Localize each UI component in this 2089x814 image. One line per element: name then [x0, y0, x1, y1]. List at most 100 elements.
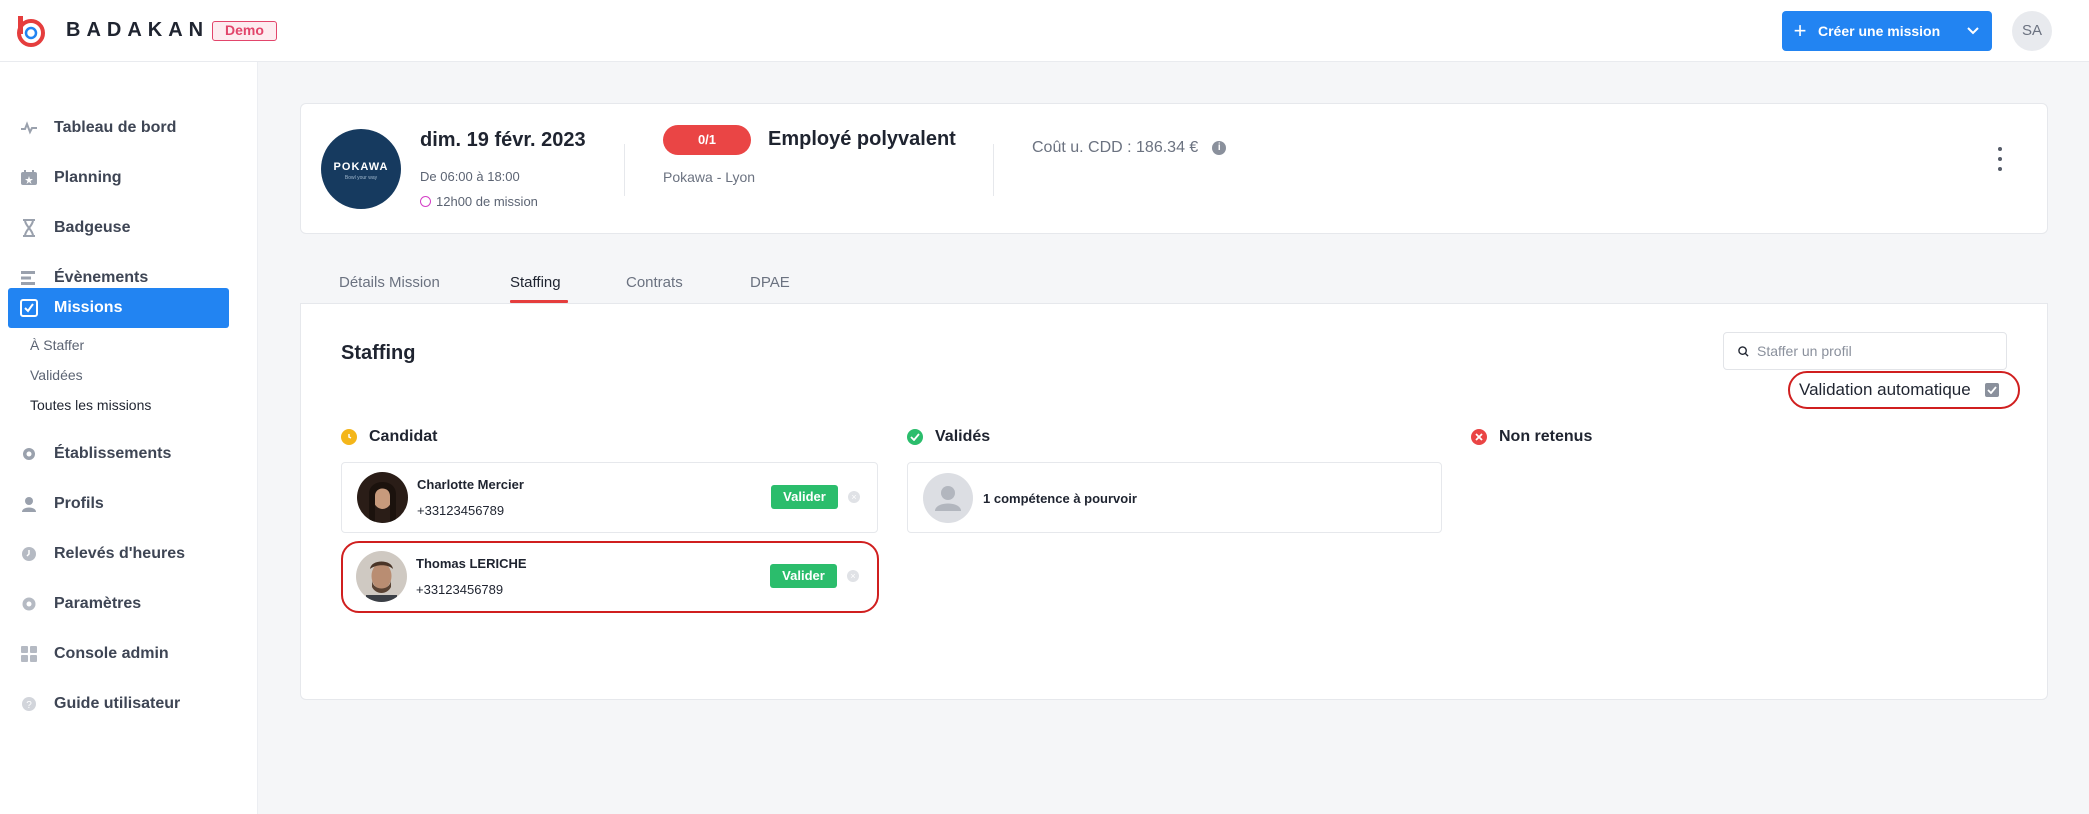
- validate-button[interactable]: Valider: [771, 485, 838, 509]
- mission-role: Employé polyvalent: [768, 128, 956, 150]
- sidebar-item-missions[interactable]: Missions: [8, 288, 229, 328]
- mission-duration-text: 12h00 de mission: [436, 194, 538, 209]
- sidebar-item-label: Établissements: [54, 445, 172, 462]
- help-icon: ?: [8, 696, 46, 712]
- sidebar-subitem-toutes[interactable]: Toutes les missions: [30, 397, 151, 413]
- user-icon: [8, 496, 46, 512]
- brand-name: BADAKAN: [66, 19, 210, 41]
- tab-details-mission[interactable]: Détails Mission: [339, 274, 440, 291]
- mission-location: Pokawa - Lyon: [663, 169, 756, 185]
- events-icon: [8, 271, 46, 285]
- create-mission-button[interactable]: + Créer une mission: [1782, 11, 1992, 51]
- column-valides-label: Validés: [935, 428, 991, 445]
- env-badge: Demo: [212, 21, 277, 41]
- sidebar-item-label: Relevés d'heures: [54, 545, 185, 562]
- mission-date: dim. 19 févr. 2023: [420, 129, 586, 151]
- sidebar-item-label: Planning: [54, 169, 122, 186]
- auto-validation-toggle[interactable]: Validation automatique: [1788, 371, 2020, 409]
- column-valides: Validés: [907, 428, 990, 446]
- open-slot-card: 1 compétence à pourvoir: [907, 462, 1442, 533]
- staffing-count-badge: 0/1: [663, 125, 751, 155]
- sidebar-item-label: Tableau de bord: [54, 119, 177, 136]
- check-circle-icon: [907, 429, 923, 445]
- top-bar: BADAKAN Demo + Créer une mission SA: [0, 0, 2089, 62]
- sidebar-item-label: Paramètres: [54, 595, 142, 612]
- calendar-icon: [8, 170, 46, 186]
- sidebar-item-guide[interactable]: ? Guide utilisateur: [8, 684, 229, 724]
- candidate-card[interactable]: Charlotte Mercier +33123456789 Valider ×: [341, 462, 878, 533]
- client-logo: POKAWA Bowl your way: [321, 129, 401, 209]
- sidebar-item-parametres[interactable]: Paramètres: [8, 584, 229, 624]
- sidebar-item-label: Missions: [54, 299, 123, 316]
- placeholder-avatar-icon: [923, 473, 973, 523]
- divider: [624, 144, 625, 196]
- pulse-icon: [8, 121, 46, 135]
- building-icon: [8, 446, 46, 462]
- mission-summary-card: POKAWA Bowl your way dim. 19 févr. 2023 …: [300, 103, 2048, 234]
- sidebar-item-label: Profils: [54, 495, 104, 512]
- clock-icon: [8, 546, 46, 562]
- remove-icon[interactable]: ×: [847, 570, 859, 582]
- staff-profile-search[interactable]: [1723, 332, 2007, 370]
- candidate-avatar: [357, 472, 408, 523]
- sidebar-item-label: Guide utilisateur: [54, 695, 181, 712]
- grid-icon: [8, 646, 46, 662]
- staffing-panel: Staffing Validation automatique Candidat…: [300, 303, 2048, 700]
- sidebar-item-label: Console admin: [54, 645, 169, 662]
- sidebar-item-dashboard[interactable]: Tableau de bord: [8, 108, 229, 148]
- column-non-retenus: Non retenus: [1471, 428, 1592, 446]
- candidate-name: Thomas LERICHE: [416, 556, 527, 571]
- pending-clock-icon: [341, 429, 357, 445]
- chevron-down-icon[interactable]: [1954, 11, 1992, 51]
- tab-dpae[interactable]: DPAE: [750, 274, 790, 291]
- tab-staffing[interactable]: Staffing: [510, 274, 561, 291]
- clock-icon: [420, 196, 431, 207]
- mission-check-icon: [8, 299, 46, 317]
- gear-icon: [8, 596, 46, 612]
- mission-duration: 12h00 de mission: [420, 194, 538, 209]
- staffing-title: Staffing: [341, 342, 416, 364]
- client-logo-tagline: Bowl your way: [344, 175, 378, 181]
- sidebar: Tableau de bord Planning Badgeuse Évènem…: [0, 62, 258, 814]
- sidebar-item-profils[interactable]: Profils: [8, 484, 229, 524]
- sidebar-subitem-a-staffer[interactable]: À Staffer: [30, 337, 84, 353]
- sidebar-item-etablissements[interactable]: Établissements: [8, 434, 229, 474]
- candidate-name: Charlotte Mercier: [417, 477, 524, 492]
- open-slot-text: 1 compétence à pourvoir: [983, 491, 1137, 506]
- column-candidat-label: Candidat: [369, 428, 438, 445]
- search-icon: [1738, 345, 1749, 357]
- sidebar-subitem-validees[interactable]: Validées: [30, 367, 83, 383]
- plus-icon: +: [1793, 18, 1807, 43]
- mission-cost-text: Coût u. CDD : 186.34 €: [1032, 139, 1199, 156]
- column-candidat: Candidat: [341, 428, 437, 446]
- mission-hours: De 06:00 à 18:00: [420, 169, 520, 184]
- divider: [993, 144, 994, 196]
- column-non-retenus-label: Non retenus: [1499, 428, 1593, 445]
- sidebar-item-badgeuse[interactable]: Badgeuse: [8, 208, 229, 248]
- more-options-icon[interactable]: [1993, 147, 2007, 171]
- auto-validation-label: Validation automatique: [1799, 380, 1971, 399]
- svg-text:?: ?: [26, 700, 32, 711]
- sidebar-item-label: Évènements: [54, 269, 149, 286]
- create-mission-label: Créer une mission: [1818, 23, 1941, 39]
- client-logo-text: POKAWA: [333, 161, 389, 173]
- validate-button[interactable]: Valider: [770, 564, 837, 588]
- x-circle-icon: [1471, 429, 1487, 445]
- sidebar-item-releves[interactable]: Relevés d'heures: [8, 534, 229, 574]
- sidebar-item-label: Badgeuse: [54, 219, 131, 236]
- candidate-phone: +33123456789: [417, 503, 505, 518]
- candidate-card[interactable]: Thomas LERICHE +33123456789 Valider ×: [341, 541, 879, 613]
- tab-contrats[interactable]: Contrats: [626, 274, 683, 291]
- remove-icon[interactable]: ×: [848, 491, 860, 503]
- info-icon[interactable]: i: [1212, 141, 1227, 155]
- mission-cost: Coût u. CDD : 186.34 € i: [1032, 139, 1227, 157]
- candidate-phone: +33123456789: [416, 582, 504, 597]
- search-input[interactable]: [1757, 343, 1997, 359]
- sidebar-item-console-admin[interactable]: Console admin: [8, 634, 229, 674]
- auto-validation-checkbox[interactable]: [1984, 383, 1999, 397]
- hourglass-icon: [8, 219, 46, 237]
- badakan-logo-icon[interactable]: [14, 14, 48, 48]
- sidebar-item-planning[interactable]: Planning: [8, 158, 229, 198]
- user-avatar[interactable]: SA: [2012, 11, 2052, 51]
- candidate-avatar: [356, 551, 407, 602]
